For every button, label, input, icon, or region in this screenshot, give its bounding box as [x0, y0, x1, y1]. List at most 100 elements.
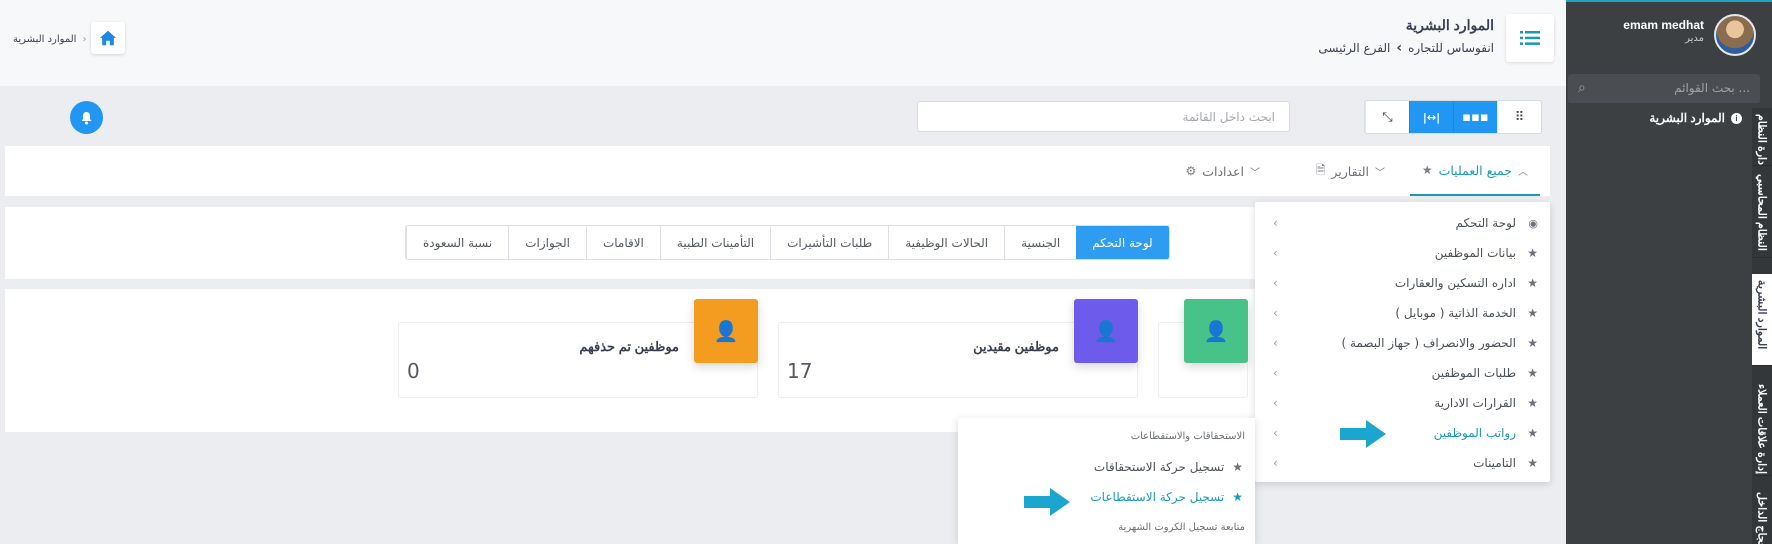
- chevron-left-icon: ‹: [1273, 396, 1278, 410]
- user-name: emam medhat: [1623, 18, 1704, 32]
- module-tab-accounting[interactable]: النظام المحاسبي: [1752, 168, 1772, 258]
- main-tab-bar: ★ جميع العمليات ︿ 🗎 التقارير ﹀ ⚙ اعدادات…: [5, 146, 1550, 196]
- sub-tabs: لوحة التحكم الجنسية الحالات الوظيفية طلب…: [405, 225, 1170, 260]
- star-icon: ★: [1527, 456, 1538, 470]
- grid-view-button[interactable]: ▪▪▪: [1453, 101, 1497, 133]
- stat-card-value: 17: [787, 359, 813, 383]
- home-button[interactable]: [91, 22, 125, 54]
- salaries-submenu: الاستحقاقات والاستقطاعات تسجيل حركة الاس…: [958, 418, 1255, 544]
- module-tabs: دارة النظام النظام المحاسبي الموارد البش…: [1752, 108, 1772, 544]
- star-icon: ★: [1527, 366, 1538, 380]
- chevron-left-icon: ‹: [1273, 456, 1278, 470]
- dropdown-item-employee-data[interactable]: ★ بيانات الموظفين ‹: [1255, 238, 1550, 268]
- search-icon: ⌕: [1578, 80, 1586, 96]
- page-title: الموارد البشرية: [1405, 17, 1494, 33]
- list-icon: [1520, 31, 1540, 45]
- dropdown-item-self-service[interactable]: ★ الخدمة الذاتية ( موبايل ) ‹: [1255, 298, 1550, 328]
- app-sidebar: emam medhat مدير بحث القوائم ... ⌕ الموا…: [1566, 0, 1772, 544]
- tab-settings-label: اعدادات: [1202, 163, 1244, 179]
- menu-toggle-button[interactable]: [1506, 14, 1554, 62]
- module-tab-domestic-hajj[interactable]: حجاج الداخل: [1752, 486, 1772, 544]
- chevron-left-icon: ‹: [1273, 306, 1278, 320]
- grid-icon: ▪▪▪: [1462, 109, 1489, 125]
- subtab-dashboard[interactable]: لوحة التحكم: [1076, 226, 1169, 259]
- chevron-down-icon: ﹀: [1250, 167, 1260, 179]
- chevron-left-icon: ‹: [1273, 246, 1278, 260]
- module-tab-system-admin[interactable]: دارة النظام: [1752, 108, 1772, 166]
- menu-search-input[interactable]: بحث القوائم ... ⌕: [1568, 74, 1760, 103]
- home-icon: [99, 30, 117, 46]
- subtab-passports[interactable]: الجوازات: [508, 226, 586, 259]
- subtab-medical-insurance[interactable]: التأمينات الطبية: [659, 226, 771, 259]
- arrow-right-icon: [1340, 420, 1386, 448]
- grid-small-icon: ⠿: [1514, 109, 1525, 125]
- chevron-left-icon: ‹: [1273, 366, 1278, 380]
- chevron-up-icon: ︿: [1518, 166, 1528, 178]
- dropdown-item-dashboard[interactable]: ◉ لوحة التحكم ‹: [1255, 208, 1550, 238]
- user-role: مدير: [1685, 33, 1704, 44]
- tab-settings[interactable]: ⚙ اعدادات ﹀: [1185, 146, 1260, 196]
- avatar[interactable]: [1714, 14, 1756, 56]
- sidebar-item-hr[interactable]: الموارد البشرية i: [1649, 111, 1742, 125]
- stat-card-value: 0: [407, 359, 420, 383]
- view-mode-group: ⤡ |↔| ▪▪▪ ⠿: [1364, 100, 1542, 134]
- subtab-saudization[interactable]: نسبة السعودة: [406, 226, 509, 259]
- stat-card-label: موظفين تم حذفهم: [579, 339, 679, 354]
- star-icon: ★: [1527, 306, 1538, 320]
- compress-button[interactable]: ⤡: [1365, 101, 1409, 133]
- subtab-visa-requests[interactable]: طلبات التأشيرات: [770, 226, 889, 259]
- sidebar-item-label: الموارد البشرية: [1649, 111, 1725, 125]
- star-icon: ★: [1527, 246, 1538, 260]
- home-breadcrumb[interactable]: الموارد البشرية ›: [13, 34, 87, 45]
- tab-reports[interactable]: 🗎 التقارير ﹀: [1316, 146, 1385, 196]
- dropdown-item-salaries[interactable]: ★ رواتب الموظفين ‹: [1255, 418, 1550, 448]
- breadcrumb-company[interactable]: انفوساس للتجاره: [1408, 41, 1494, 55]
- dropdown-item-insurance[interactable]: ★ التامينات ‹: [1255, 448, 1550, 478]
- expand-horizontal-button[interactable]: |↔|: [1409, 101, 1453, 133]
- dropdown-item-label: التامينات: [1473, 456, 1516, 470]
- menu-search-placeholder: بحث القوائم ...: [1674, 81, 1750, 95]
- expand-horizontal-icon: |↔|: [1422, 110, 1441, 124]
- module-tab-hr[interactable]: الموارد البشرية: [1752, 274, 1772, 366]
- document-icon: 🗎: [1315, 162, 1326, 177]
- submenu-item-deductions[interactable]: تسجيل حركة الاستقطاعات ★: [1090, 490, 1243, 504]
- stat-card-icon-box: 👤: [1074, 299, 1138, 363]
- operations-dropdown: ◉ لوحة التحكم ‹ ★ بيانات الموظفين ‹ ★ اد…: [1255, 202, 1550, 482]
- home-breadcrumb-label: الموارد البشرية: [13, 34, 77, 45]
- user-panel: emam medhat مدير: [1566, 2, 1772, 68]
- chevron-left-icon: ‹: [1396, 40, 1403, 56]
- subtab-nationality[interactable]: الجنسية: [1004, 226, 1077, 259]
- dropdown-item-label: طلبات الموظفين: [1431, 366, 1516, 380]
- dropdown-item-admin-decisions[interactable]: ★ القرارات الادارية ‹: [1255, 388, 1550, 418]
- submenu-item-entitlements[interactable]: تسجيل حركة الاستحقاقات ★: [1094, 460, 1243, 474]
- stat-card-icon-box: 👤: [694, 299, 758, 363]
- tab-all-operations[interactable]: ★ جميع العمليات ︿: [1409, 146, 1540, 196]
- module-tab-crm[interactable]: إدارة علاقات العملاء: [1752, 378, 1772, 476]
- star-icon: ★: [1527, 276, 1538, 290]
- submenu-item-label: تسجيل حركة الاستحقاقات: [1093, 460, 1225, 474]
- list-search-placeholder: ابحث داخل القائمة: [1182, 110, 1275, 124]
- subtab-job-statuses[interactable]: الحالات الوظيفية: [888, 226, 1005, 259]
- page-header: الموارد البشرية الفرع الرئيسى ‹ انفوساس …: [0, 0, 1566, 86]
- dropdown-item-housing[interactable]: ★ اداره التسكين والعقارات ‹: [1255, 268, 1550, 298]
- list-search-input[interactable]: ابحث داخل القائمة: [917, 101, 1290, 132]
- tab-all-operations-label: جميع العمليات: [1438, 162, 1512, 178]
- dropdown-item-employee-requests[interactable]: ★ طلبات الموظفين ‹: [1255, 358, 1550, 388]
- chevron-left-icon: ‹: [1273, 216, 1278, 230]
- bell-icon: [81, 111, 92, 124]
- star-icon: ★: [1527, 396, 1538, 410]
- compress-icon: ⤡: [1382, 109, 1393, 125]
- breadcrumb-branch[interactable]: الفرع الرئيسى: [1318, 41, 1390, 55]
- dropdown-item-label: رواتب الموظفين: [1433, 426, 1516, 440]
- grid-small-view-button[interactable]: ⠿: [1497, 101, 1541, 133]
- dropdown-item-label: القرارات الادارية: [1434, 396, 1516, 410]
- stat-card-registered: 👤 موظفين مقيدين 17: [778, 299, 1138, 398]
- dropdown-item-attendance[interactable]: ★ الحضور والانصراف ( جهاز البصمة ) ‹: [1255, 328, 1550, 358]
- subtab-residencies[interactable]: الاقامات: [585, 226, 660, 259]
- submenu-heading: الاستحقاقات والاستقطاعات: [1130, 431, 1245, 442]
- chevron-right-icon: ›: [82, 34, 87, 45]
- user-icon: 👤: [1203, 319, 1229, 343]
- chevron-left-icon: ‹: [1273, 426, 1278, 440]
- user-icon: 👤: [713, 319, 739, 343]
- notifications-button[interactable]: [70, 101, 103, 134]
